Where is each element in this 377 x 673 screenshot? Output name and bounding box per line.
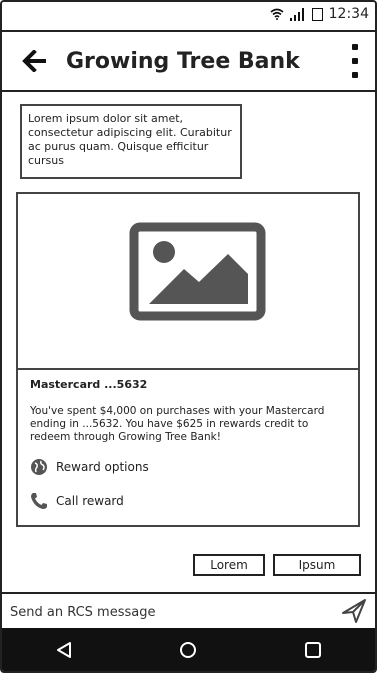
reward-options-action[interactable]: Reward options [30,454,348,480]
status-icons: 12:34 [270,6,369,22]
system-nav-bar [2,628,375,671]
menu-dot [352,44,358,50]
suggestion-chip-ipsum[interactable]: Ipsum [273,554,361,576]
call-reward-action[interactable]: Call reward [30,488,348,514]
card-description: You've spent $4,000 on purchases with yo… [30,405,325,443]
menu-dot [352,58,358,64]
status-time: 12:34 [328,6,369,22]
call-reward-label: Call reward [56,494,124,508]
message-bubble: Lorem ipsum dolor sit amet, consectetur … [20,104,242,179]
menu-dot [352,72,358,78]
app-title: Growing Tree Bank [66,48,300,74]
message-input[interactable]: Send an RCS message [10,605,155,620]
card-image [18,194,358,370]
app-bar: Growing Tree Bank [2,32,375,92]
phone-icon [31,493,47,509]
image-placeholder-icon [129,222,266,321]
overflow-menu-button[interactable] [345,44,365,78]
suggestion-chips: Lorem Ipsum [193,554,361,576]
card-body: Mastercard ...5632 You've spent $4,000 o… [30,378,348,522]
globe-icon [31,459,47,475]
status-bar: 12:34 [2,2,375,32]
send-button[interactable] [341,598,367,628]
nav-home-icon[interactable] [179,641,197,659]
battery-icon [311,7,323,21]
wifi-icon [270,8,284,20]
message-composer[interactable]: Send an RCS message [2,592,375,632]
suggestion-chip-lorem[interactable]: Lorem [193,554,265,576]
reward-options-label: Reward options [56,460,149,474]
nav-back-icon[interactable] [55,641,73,659]
phone-frame: 12:34 Growing Tree Bank Lorem ipsum dolo… [0,0,377,673]
send-icon [342,599,366,623]
back-arrow-icon [22,50,46,72]
rich-card[interactable]: Mastercard ...5632 You've spent $4,000 o… [16,192,360,527]
back-button[interactable] [14,41,54,81]
card-title: Mastercard ...5632 [30,378,148,391]
conversation-area[interactable]: Lorem ipsum dolor sit amet, consectetur … [2,92,375,594]
nav-recents-icon[interactable] [304,641,322,659]
signal-icon [289,7,304,21]
